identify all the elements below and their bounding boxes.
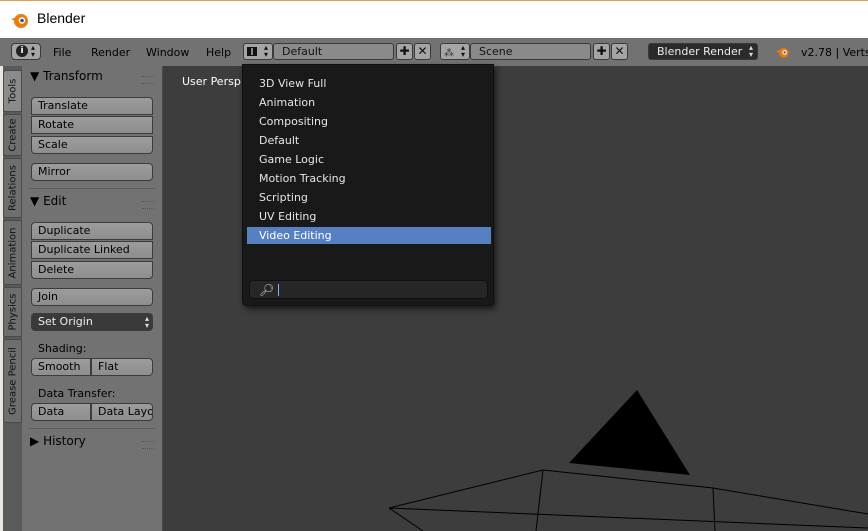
panel-grip-icon[interactable] [142,441,154,449]
toolshelf-tabs: Tools Create Relations Animation Physics… [3,66,22,531]
tab-label: Animation [7,227,18,278]
toolshelf-panel: ▼ Transform Translate Rotate Scale Mirro… [22,66,163,531]
layout-option-animation[interactable]: Animation [247,94,491,111]
scene-selector[interactable]: ⁂ ▴ ▾ [440,43,470,60]
layout-option-uv-editing[interactable]: UV Editing [247,208,491,225]
editor-type-button[interactable]: i ▴ ▾ [11,43,41,60]
translate-button[interactable]: Translate [31,97,153,115]
render-engine-select[interactable]: Blender Render ▴ ▾ [648,43,758,60]
screen-layout-selector[interactable]: ▴ ▾ [243,43,273,60]
blender-logo-icon [11,14,28,28]
add-scene-button[interactable]: ✚ [593,43,610,60]
transform-panel-header[interactable]: ▼ Transform [30,69,103,83]
tab-animation[interactable]: Animation [3,220,22,285]
screen-layout-field[interactable]: Default [273,43,394,60]
expand-arrow-icon: ▶ [30,434,40,448]
duplicate-button[interactable]: Duplicate [31,222,153,240]
set-origin-select[interactable]: Set Origin ▴ ▾ [31,313,153,331]
tab-label: Tools [7,78,18,104]
data-transfer-label: Data Transfer: [38,387,116,400]
history-header-label: History [43,434,86,448]
tab-relations[interactable]: Relations [3,158,22,218]
layout-option-scripting[interactable]: Scripting [247,189,491,206]
search-icon: 🔎︎ [259,283,275,297]
layout-option-video-editing[interactable]: Video Editing [247,227,491,244]
updown-arrows-icon: ▴ ▾ [31,43,36,59]
window-title: Blender [37,10,86,26]
layout-option-default[interactable]: Default [247,132,491,149]
set-origin-label: Set Origin [38,315,93,328]
add-screen-button[interactable]: ✚ [396,43,413,60]
version-stats: v2.78 | Verts [801,46,868,59]
tab-tools[interactable]: Tools [3,70,22,112]
plus-icon: ✚ [596,44,607,58]
history-panel-header[interactable]: ▶ History [30,434,86,448]
plus-icon: ✚ [399,44,410,58]
data-layout-button[interactable]: Data Layo [91,403,153,421]
layout-option-3d-view-full[interactable]: 3D View Full [247,75,491,92]
window-titlebar: Blender [0,0,868,39]
tab-label: Create [7,118,18,152]
delete-screen-button[interactable]: ✕ [414,43,431,60]
panel-grip-icon[interactable] [142,76,154,84]
camera-triangle-icon [569,390,690,475]
scene-icon: ⁂ [444,48,454,59]
updown-arrows-icon: ▴ ▾ [144,314,149,330]
edit-header-label: Edit [43,194,67,208]
info-header: i ▴ ▾ File Render Window Help ▴ ▾ Default … [0,38,868,67]
render-engine-label: Blender Render [657,45,743,58]
duplicate-linked-button[interactable]: Duplicate Linked [31,241,153,259]
tab-grease-pencil[interactable]: Grease Pencil [3,339,22,423]
delete-scene-button[interactable]: ✕ [611,43,628,60]
layout-option-game-logic[interactable]: Game Logic [247,151,491,168]
scene-field[interactable]: Scene [470,43,591,60]
collapse-arrow-icon: ▼ [30,69,40,83]
panel-grip-icon[interactable] [142,201,154,209]
scale-button[interactable]: Scale [31,136,153,154]
updown-arrows-icon: ▴ ▾ [748,43,753,59]
menu-file[interactable]: File [53,46,71,59]
menu-window[interactable]: Window [146,46,189,59]
updown-arrows-icon: ▴ ▾ [264,43,269,59]
tab-physics[interactable]: Physics [3,287,22,337]
info-icon: i [16,45,28,57]
menu-render[interactable]: Render [91,46,130,59]
edit-panel-header[interactable]: ▼ Edit [30,194,66,208]
tab-label: Grease Pencil [7,347,18,415]
screen-layout-dropdown: 3D View Full Animation Compositing Defau… [242,64,494,306]
tab-label: Physics [7,293,18,331]
tab-create[interactable]: Create [3,114,22,156]
menu-help[interactable]: Help [206,46,231,59]
collapse-arrow-icon: ▼ [30,194,40,208]
screen-layout-icon [247,47,257,56]
blender-logo-icon [775,48,789,58]
transform-header-label: Transform [43,69,103,83]
flat-button[interactable]: Flat [91,358,153,376]
layout-option-motion-tracking[interactable]: Motion Tracking [247,170,491,187]
close-icon: ✕ [614,44,625,58]
camera-wireframe [388,469,868,531]
mirror-button[interactable]: Mirror [31,163,153,181]
panel-divider [28,428,156,429]
shading-label: Shading: [38,342,87,355]
close-icon: ✕ [417,44,428,58]
panel-divider [28,188,156,189]
join-button[interactable]: Join [31,288,153,306]
updown-arrows-icon: ▴ ▾ [461,43,466,59]
smooth-button[interactable]: Smooth [31,358,91,376]
delete-button[interactable]: Delete [31,261,153,279]
text-caret [278,284,279,296]
layout-option-compositing[interactable]: Compositing [247,113,491,130]
dropdown-search-input[interactable]: 🔎︎ [249,280,488,299]
rotate-button[interactable]: Rotate [31,116,153,134]
tab-label: Relations [7,165,18,211]
data-transfer-button[interactable]: Data [31,403,91,421]
